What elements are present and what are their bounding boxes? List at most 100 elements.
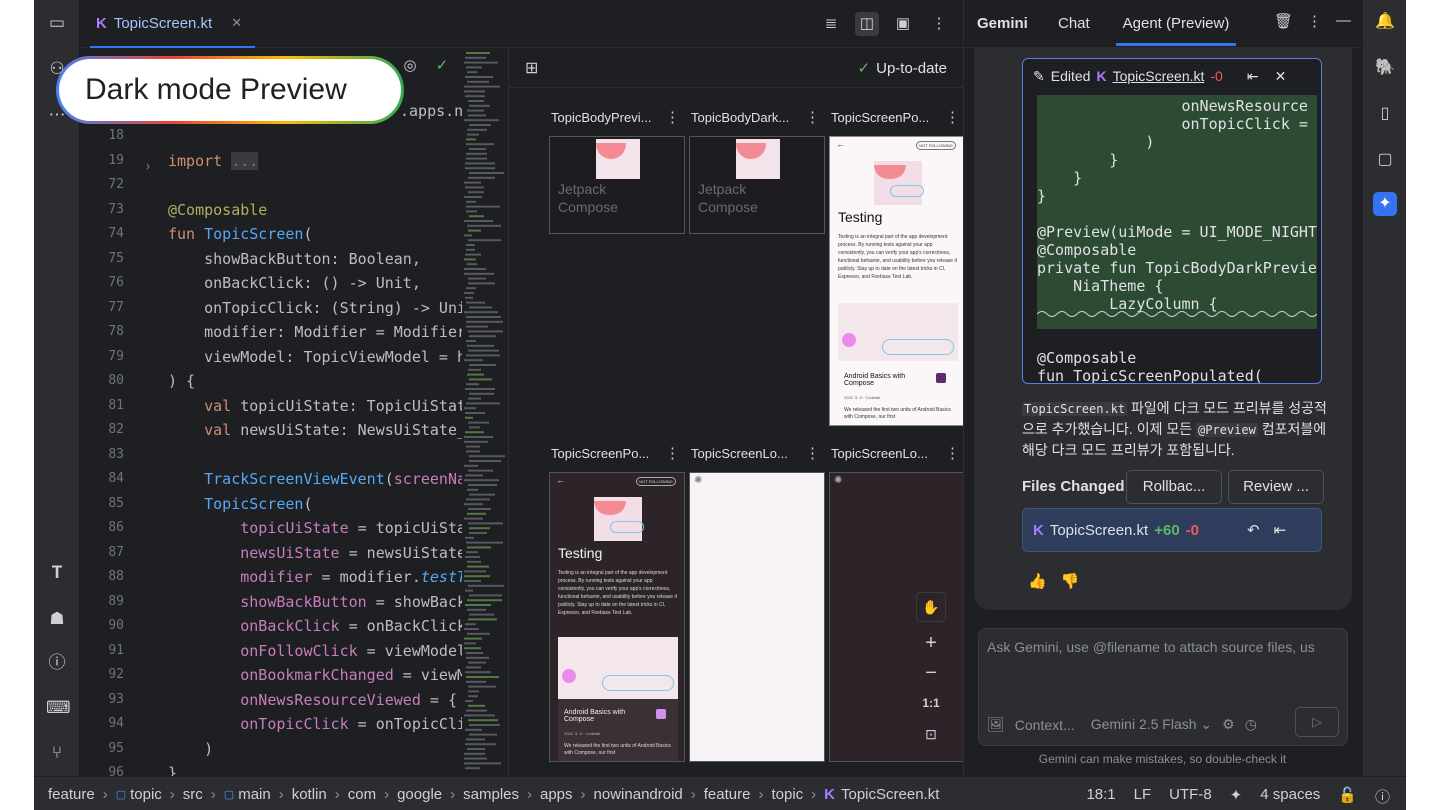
zoom-out-icon[interactable]: − [916, 662, 946, 686]
changed-file-row[interactable]: K TopicScreen.kt +60 -0 ↶ ⇤ [1022, 508, 1322, 552]
breadcrumb-item[interactable]: nowinandroid [594, 786, 683, 803]
edited-file-link[interactable]: TopicScreen.kt [1113, 68, 1205, 84]
breadcrumb-item[interactable]: samples [463, 786, 519, 803]
collapse-diff-icon[interactable]: ⇤ [1247, 68, 1259, 85]
minimap-line [466, 445, 480, 448]
tab-chat[interactable]: Chat [1058, 15, 1090, 32]
logcat-icon[interactable]: ☗ [46, 608, 68, 630]
preview-card-topicbody-dark[interactable]: Jetpack Compose [689, 136, 825, 234]
gradle-icon[interactable]: 🐘 [1373, 56, 1397, 80]
zoom-fit-icon[interactable]: ⊡ [916, 726, 946, 750]
code-line: fun TopicScreen( [168, 225, 313, 243]
preview-label[interactable]: TopicScreenPo... [831, 110, 949, 125]
send-button[interactable]: ▷ [1295, 707, 1339, 737]
code-diff-box[interactable]: ✎ Edited K TopicScreen.kt -0 ⇤ ✕ onNewsR… [1022, 58, 1322, 384]
breadcrumb-item[interactable]: TopicScreen.kt [841, 786, 939, 803]
preview-card-topicscreen-populated[interactable]: ← NOT FOLLOWING Testing Testing is an in… [829, 136, 965, 426]
line-number: 74 [108, 226, 124, 241]
caret-position[interactable]: 18:1 [1086, 786, 1115, 807]
breadcrumb-item[interactable]: src [183, 786, 203, 803]
preview-card-topicscreen-loading[interactable]: ✺ [689, 472, 825, 762]
minimap-line [468, 690, 479, 693]
breadcrumb-item[interactable]: topic [130, 786, 162, 803]
minimap-line [464, 628, 479, 630]
breadcrumb-item[interactable]: main [238, 786, 271, 803]
minimap-line [469, 733, 497, 736]
thumbs-down-icon[interactable]: 👎 [1061, 572, 1080, 590]
preview-label[interactable]: TopicScreenLo... [691, 446, 809, 461]
minimap-line [469, 104, 490, 107]
preview-label[interactable]: TopicScreenLo... [831, 446, 949, 461]
review-button[interactable]: Review ... [1228, 470, 1324, 504]
project-folder-icon[interactable]: ▭ [46, 12, 68, 34]
preview-card-topicscreen-populated-dark[interactable]: ← NOT FOLLOWING Testing Testing is an in… [549, 472, 685, 762]
open-diff-icon[interactable]: ⇤ [1274, 521, 1287, 539]
file-encoding[interactable]: UTF-8 [1169, 786, 1212, 807]
breadcrumb-item[interactable]: topic [771, 786, 803, 803]
preview-options-icon[interactable]: ⋮ [945, 108, 960, 126]
line-number: 95 [108, 740, 124, 756]
preview-options-icon[interactable]: ⋮ [665, 108, 680, 126]
breadcrumb-item[interactable]: kotlin [292, 786, 327, 803]
close-tab-icon[interactable]: ✕ [231, 15, 242, 31]
close-diff-icon[interactable]: ✕ [1275, 68, 1287, 85]
help-icon[interactable]: ⓘ [1375, 786, 1390, 807]
model-selector[interactable]: Gemini 2.5 Flash ⌄ [1091, 716, 1212, 733]
minimap-line [466, 498, 490, 501]
trash-icon[interactable]: 🗑 [1274, 12, 1293, 30]
prompt-input[interactable]: Ask Gemini, use @filename to attach sour… [987, 639, 1347, 655]
preview-options-icon[interactable]: ⋮ [805, 108, 820, 126]
lock-icon[interactable]: 🔓 [1338, 786, 1357, 807]
tab-agent-preview[interactable]: Agent (Preview) [1116, 15, 1236, 46]
undo-icon[interactable]: ↶ [1247, 521, 1260, 539]
minimize-icon[interactable]: — [1336, 12, 1351, 30]
zoom-in-icon[interactable]: + [916, 632, 946, 656]
breadcrumb-item[interactable]: google [397, 786, 442, 803]
preview-options-icon[interactable]: ⋮ [805, 444, 820, 462]
gemini-prompt-box[interactable]: Ask Gemini, use @filename to attach sour… [978, 628, 1348, 746]
code-editor[interactable]: 18 19 72 73 74 75 76 77 78 79 80 81 82 83 84 85 86 87 88 89… [80, 48, 508, 776]
breadcrumb-item[interactable]: com [348, 786, 376, 803]
version-control-icon[interactable]: ⑂ [46, 742, 68, 764]
more-options-icon[interactable]: ⋮ [927, 12, 951, 36]
layout-options-icon[interactable]: ⊞ [525, 58, 538, 78]
preview-label[interactable]: TopicBodyPrevi... [551, 110, 669, 125]
preview-options-icon[interactable]: ⋮ [665, 444, 680, 462]
problems-icon[interactable]: ⓘ [46, 652, 68, 674]
context-button[interactable]: Context... [1015, 717, 1075, 733]
breadcrumb-item[interactable]: feature [704, 786, 751, 803]
preview-label[interactable]: TopicScreenPo... [551, 446, 669, 461]
breadcrumb-item[interactable]: apps [540, 786, 573, 803]
rollback-button[interactable]: Rollbac... [1126, 470, 1222, 504]
notifications-icon[interactable]: 🔔 [1373, 10, 1397, 34]
design-view-icon[interactable]: ▣ [891, 12, 915, 36]
thumbs-up-icon[interactable]: 👍 [1028, 572, 1047, 590]
line-separator[interactable]: LF [1134, 786, 1152, 807]
terminal-icon[interactable]: ⌨ [46, 697, 71, 719]
code-minimap[interactable] [462, 48, 508, 776]
minimap-line [467, 71, 477, 74]
gemini-header-actions: 🗑 ⋮ — [1274, 12, 1351, 30]
attach-image-icon[interactable]: 🖼 [987, 716, 1005, 733]
breadcrumb-item[interactable]: feature [48, 786, 95, 803]
indent-setting[interactable]: 4 spaces [1260, 786, 1320, 807]
code-view-icon[interactable]: ≣ [819, 12, 843, 36]
build-icon[interactable]: 𝐓 [46, 562, 68, 584]
minimap-line [468, 368, 481, 371]
pan-hand-icon[interactable]: ✋ [916, 592, 946, 622]
ai-sparkle-icon[interactable]: ✦ [1230, 786, 1243, 807]
editor-tab-topicscreen[interactable]: K TopicScreen.kt ✕ [90, 0, 255, 48]
split-view-icon[interactable]: ◫ [855, 12, 879, 36]
preview-label[interactable]: TopicBodyDark... [691, 110, 809, 125]
more-options-icon[interactable]: ⋮ [1307, 12, 1322, 30]
minimap-line [466, 402, 500, 405]
preview-card-topicbody[interactable]: Jetpack Compose [549, 136, 685, 234]
fold-chevron-icon[interactable]: › [146, 159, 150, 173]
preview-options-icon[interactable]: ⋮ [945, 444, 960, 462]
running-devices-icon[interactable]: ▢ [1373, 148, 1397, 172]
device-manager-icon[interactable]: ▯ [1373, 102, 1397, 126]
gemini-sparkle-icon[interactable]: ✦ [1373, 192, 1397, 216]
zoom-reset-button[interactable]: 1:1 [916, 696, 946, 720]
settings-gear-icon[interactable]: ⚙ [1222, 716, 1235, 733]
history-clock-icon[interactable]: ◷ [1245, 716, 1257, 733]
